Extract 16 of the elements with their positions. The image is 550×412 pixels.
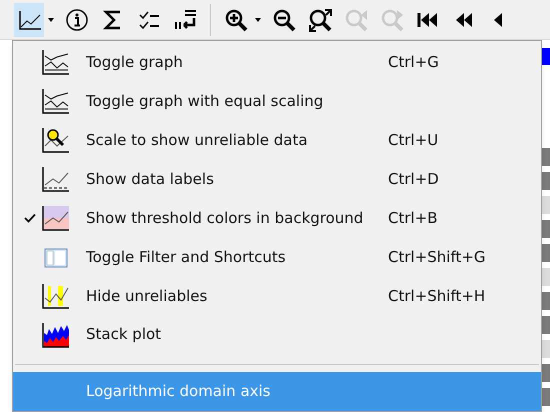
graph-chart-icon bbox=[41, 87, 71, 116]
magnify-chart-icon bbox=[41, 126, 71, 154]
threshold-chart-icon bbox=[41, 204, 71, 232]
menu-item[interactable]: Stack plot bbox=[13, 315, 541, 354]
hide-chart-icon bbox=[41, 282, 71, 310]
menu-item[interactable]: Toggle graph with equal scaling bbox=[13, 82, 541, 121]
stack-chart-icon bbox=[41, 320, 71, 349]
menu-item[interactable]: Hide unreliables Ctrl+Shift+H bbox=[13, 276, 541, 316]
menu-item[interactable]: Show threshold colors in background Ctrl+B bbox=[13, 198, 541, 238]
line-chart-icon[interactable] bbox=[14, 2, 44, 36]
menu-item[interactable]: Toggle Filter and Shortcuts Ctrl+Shift+G bbox=[13, 237, 541, 276]
graph-chart-icon bbox=[41, 48, 71, 76]
menu-item[interactable]: Show data labels Ctrl+D bbox=[13, 160, 541, 199]
labels-chart-icon bbox=[41, 165, 71, 194]
menu-item[interactable]: Scale to show unreliable data Ctrl+U bbox=[13, 120, 541, 160]
menu-item[interactable]: Toggle graph Ctrl+G bbox=[13, 43, 541, 82]
